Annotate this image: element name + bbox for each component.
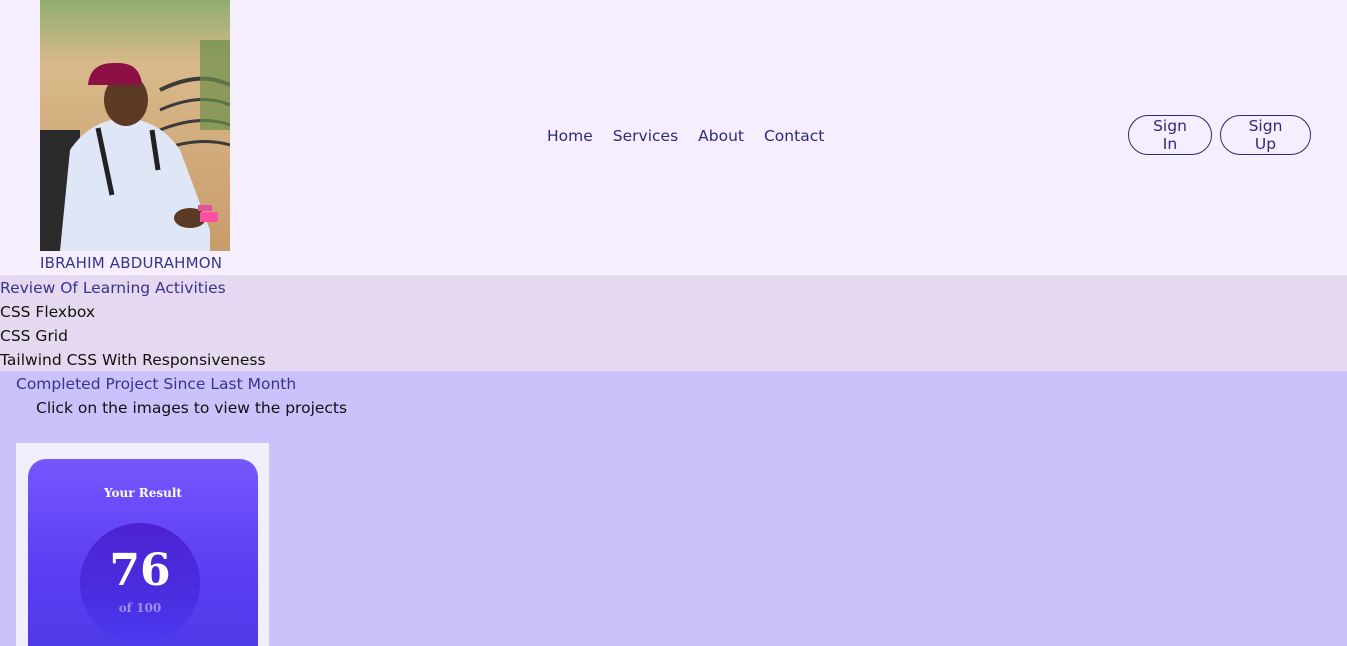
review-section: Review Of Learning Activities CSS Flexbo…	[0, 275, 1347, 371]
completed-hint: Click on the images to view the projects	[36, 399, 348, 417]
site-header: IBRAHIM ABDURAHMON Home Services About C…	[0, 0, 1347, 275]
auth-buttons: Sign In Sign Up	[1128, 115, 1311, 155]
completed-title: Completed Project Since Last Month	[16, 375, 297, 393]
profile-photo	[40, 0, 230, 251]
nav-services[interactable]: Services	[613, 126, 678, 146]
result-card: Your Result 76 of 100	[28, 459, 258, 646]
nav-about[interactable]: About	[698, 126, 744, 146]
profile-name: IBRAHIM ABDURAHMON	[40, 254, 223, 272]
result-card-title: Your Result	[104, 486, 182, 500]
review-item-grid: CSS Grid	[0, 327, 68, 345]
review-item-tailwind: Tailwind CSS With Responsiveness	[0, 351, 266, 369]
review-item-flexbox: CSS Flexbox	[0, 303, 96, 321]
score-circle: 76 of 100	[80, 523, 200, 643]
sign-up-button[interactable]: Sign Up	[1220, 115, 1311, 155]
project-thumbnail[interactable]: Your Result 76 of 100	[16, 443, 269, 646]
score-value: 76	[109, 545, 171, 596]
score-of-label: of 100	[118, 601, 162, 615]
review-title: Review Of Learning Activities	[0, 279, 226, 297]
main-nav: Home Services About Contact	[547, 126, 824, 146]
sign-in-button[interactable]: Sign In	[1128, 115, 1212, 155]
nav-home[interactable]: Home	[547, 126, 593, 146]
nav-contact[interactable]: Contact	[764, 126, 824, 146]
